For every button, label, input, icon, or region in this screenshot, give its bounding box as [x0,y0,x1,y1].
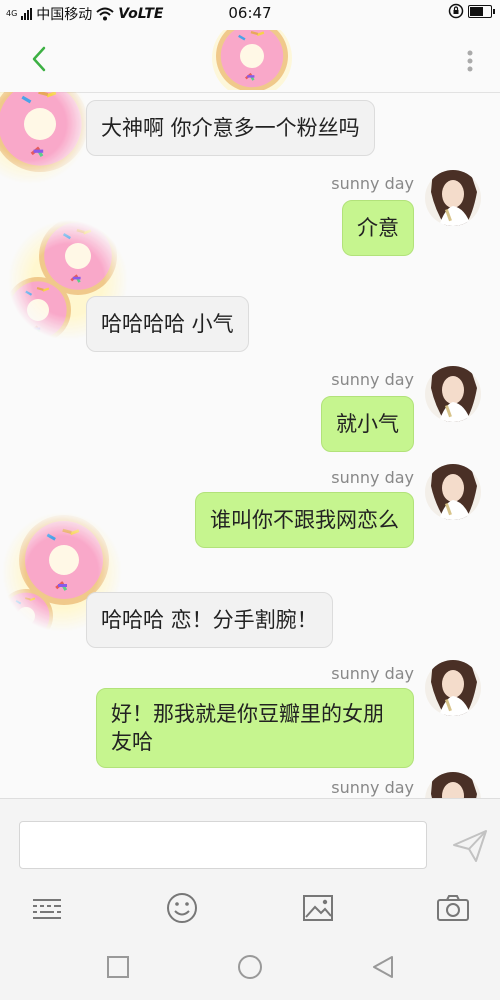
user-avatar[interactable] [425,772,481,798]
sender-name: sunny day [331,468,414,487]
recents-icon[interactable] [105,954,131,980]
system-nav-bar [0,934,500,1000]
donut-avatar[interactable] [0,92,90,184]
emoji-icon[interactable] [165,891,199,925]
camera-icon[interactable] [436,891,470,925]
user-avatar[interactable] [425,366,481,422]
status-time: 06:47 [228,4,272,22]
keyboard-icon[interactable] [30,891,64,925]
user-avatar[interactable] [425,464,481,520]
message-bubble-outgoing[interactable]: 就小气 [321,396,414,452]
message-bubble-incoming[interactable]: 大神啊 你介意多一个粉丝吗 [86,100,375,156]
status-bar: 4G 中国移动 VoLTE 06:47 [0,0,500,28]
message-bubble-incoming[interactable]: 哈哈哈 恋！分手割腕！ [86,592,333,648]
message-bubble-outgoing[interactable]: 介意 [342,200,414,256]
message-bubble-outgoing[interactable]: 谁叫你不跟我网恋么 [195,492,414,548]
rotation-lock-icon [448,3,464,19]
home-icon[interactable] [237,954,263,980]
sender-name: sunny day [331,174,414,193]
sender-name: sunny day [331,664,414,683]
more-vertical-icon[interactable] [460,46,480,76]
input-bar [0,798,500,935]
message-bubble-incoming[interactable]: 哈哈哈哈 小气 [86,296,249,352]
status-right [448,3,495,19]
chat-header [0,28,500,93]
chat-messages[interactable]: 大神啊 你介意多一个粉丝吗 sunny day 介意 哈哈哈哈 小气 sunny… [0,92,500,798]
image-icon[interactable] [301,891,335,925]
chevron-left-icon[interactable] [24,42,54,76]
user-avatar[interactable] [425,660,481,716]
user-avatar[interactable] [425,170,481,226]
donut-avatar[interactable] [200,30,304,90]
message-input[interactable] [19,821,427,869]
back-icon[interactable] [370,954,396,980]
battery-fill [470,6,484,16]
sender-name: sunny day [331,370,414,389]
send-icon[interactable] [452,829,488,863]
sender-name: sunny day [331,778,414,797]
message-bubble-outgoing[interactable]: 好！那我就是你豆瓣里的女朋友哈 [96,688,414,768]
battery-icon [468,4,495,18]
